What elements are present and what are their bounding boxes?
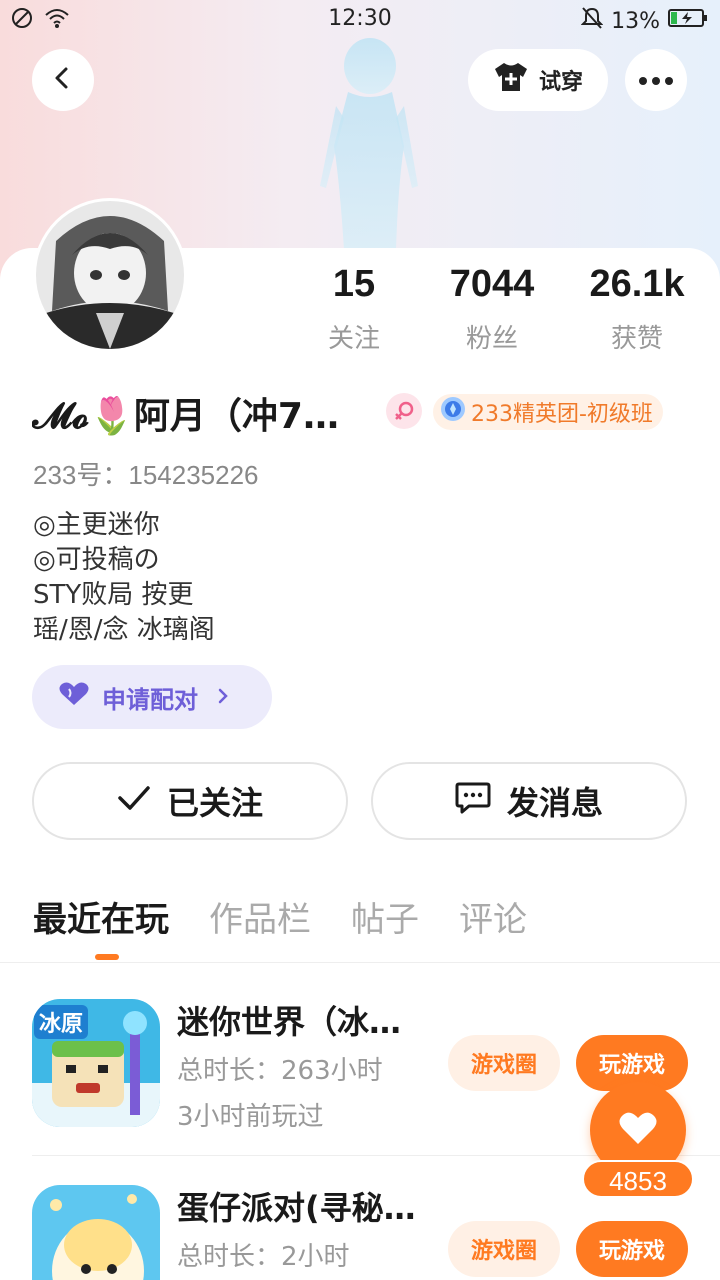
play-game-button[interactable]: 玩游戏 [576, 1221, 688, 1277]
heart-pair-icon [58, 681, 90, 713]
tab-works[interactable]: 作品栏 [209, 892, 311, 941]
profile-tabs: 最近在玩 作品栏 帖子 评论 [33, 892, 527, 941]
tab-recently-played[interactable]: 最近在玩 [33, 892, 169, 941]
apply-pair-button[interactable]: 申请配对 [32, 665, 272, 729]
game-duration: 总时长：2小时 [177, 1242, 350, 1272]
battery-charging-icon [668, 8, 708, 34]
stat-following[interactable]: 15 关注 [314, 262, 394, 355]
game-title[interactable]: 迷你世界（冰… [177, 997, 427, 1043]
game-circle-button[interactable]: 游戏圈 [448, 1035, 560, 1091]
heart-icon [618, 1110, 658, 1150]
bio-line: STY败局 按更 [33, 580, 194, 610]
game-circle-button[interactable]: 游戏圈 [448, 1221, 560, 1277]
game-icon-eggy-party[interactable] [32, 1185, 160, 1280]
stat-label: 粉丝 [465, 324, 518, 354]
more-button[interactable] [625, 49, 687, 111]
battery-percent: 13% [611, 8, 660, 34]
stat-likes[interactable]: 26.1k 获赞 [572, 262, 702, 355]
try-on-button[interactable]: 试穿 [468, 49, 608, 111]
profile-name: 𝓜𝓸🌷阿月（冲7… [32, 396, 339, 437]
chevron-right-icon [216, 683, 230, 711]
tab-comments[interactable]: 评论 [459, 892, 527, 941]
stat-value: 7044 [449, 263, 535, 305]
followed-button[interactable]: 已关注 [32, 762, 348, 840]
try-on-label: 试穿 [538, 70, 583, 95]
bio-line: 瑶/恩/念 冰璃阁 [33, 615, 215, 645]
badge-gem-icon [439, 395, 467, 429]
avatar[interactable] [33, 198, 187, 352]
mute-icon [580, 6, 604, 36]
check-icon [117, 782, 151, 820]
stat-label: 获赞 [610, 324, 663, 354]
badge-label: 233精英团-初级班 [471, 402, 653, 427]
avatar-image [36, 201, 184, 349]
send-message-button[interactable]: 发消息 [371, 762, 687, 840]
stat-label: 关注 [327, 324, 380, 354]
avatar-3d-figure [320, 38, 418, 250]
stat-value: 15 [332, 263, 376, 305]
game-title[interactable]: 蛋仔派对(寻秘… [177, 1183, 427, 1229]
back-arrow-icon [51, 66, 75, 94]
bio-line: ◎可投稿の [33, 545, 160, 575]
female-icon [386, 393, 422, 429]
stat-followers[interactable]: 7044 粉丝 [432, 262, 552, 355]
send-message-label: 发消息 [506, 784, 603, 822]
apply-pair-label: 申请配对 [102, 685, 198, 714]
level-badge[interactable]: 233精英团-初级班 [433, 394, 663, 430]
tab-posts[interactable]: 帖子 [351, 892, 419, 941]
chat-bubble-icon [455, 780, 491, 822]
status-bar: 12:30 13% [0, 0, 720, 40]
bio-line: ◎主更迷你 [33, 510, 160, 540]
game-last-played: 3小时前玩过 [177, 1102, 324, 1132]
back-button[interactable] [32, 49, 94, 111]
bio: ◎主更迷你 ◎可投稿の STY败局 按更 瑶/恩/念 冰璃阁 [33, 508, 215, 648]
game-icon-label: 冰原 [39, 1012, 83, 1037]
game-duration: 总时长：263小时 [177, 1056, 383, 1086]
game-icon-mini-world[interactable]: 冰原 [32, 999, 160, 1127]
tab-indicator [95, 954, 119, 960]
more-icon [638, 71, 674, 90]
followed-label: 已关注 [166, 784, 263, 822]
name-row: 𝓜𝓸🌷阿月（冲7… [32, 385, 372, 441]
like-count: 4853 [582, 1160, 694, 1198]
stat-value: 26.1k [589, 263, 685, 305]
user-id[interactable]: 233号：154235226 [33, 455, 259, 492]
divider [0, 962, 720, 963]
tshirt-icon [493, 61, 529, 99]
